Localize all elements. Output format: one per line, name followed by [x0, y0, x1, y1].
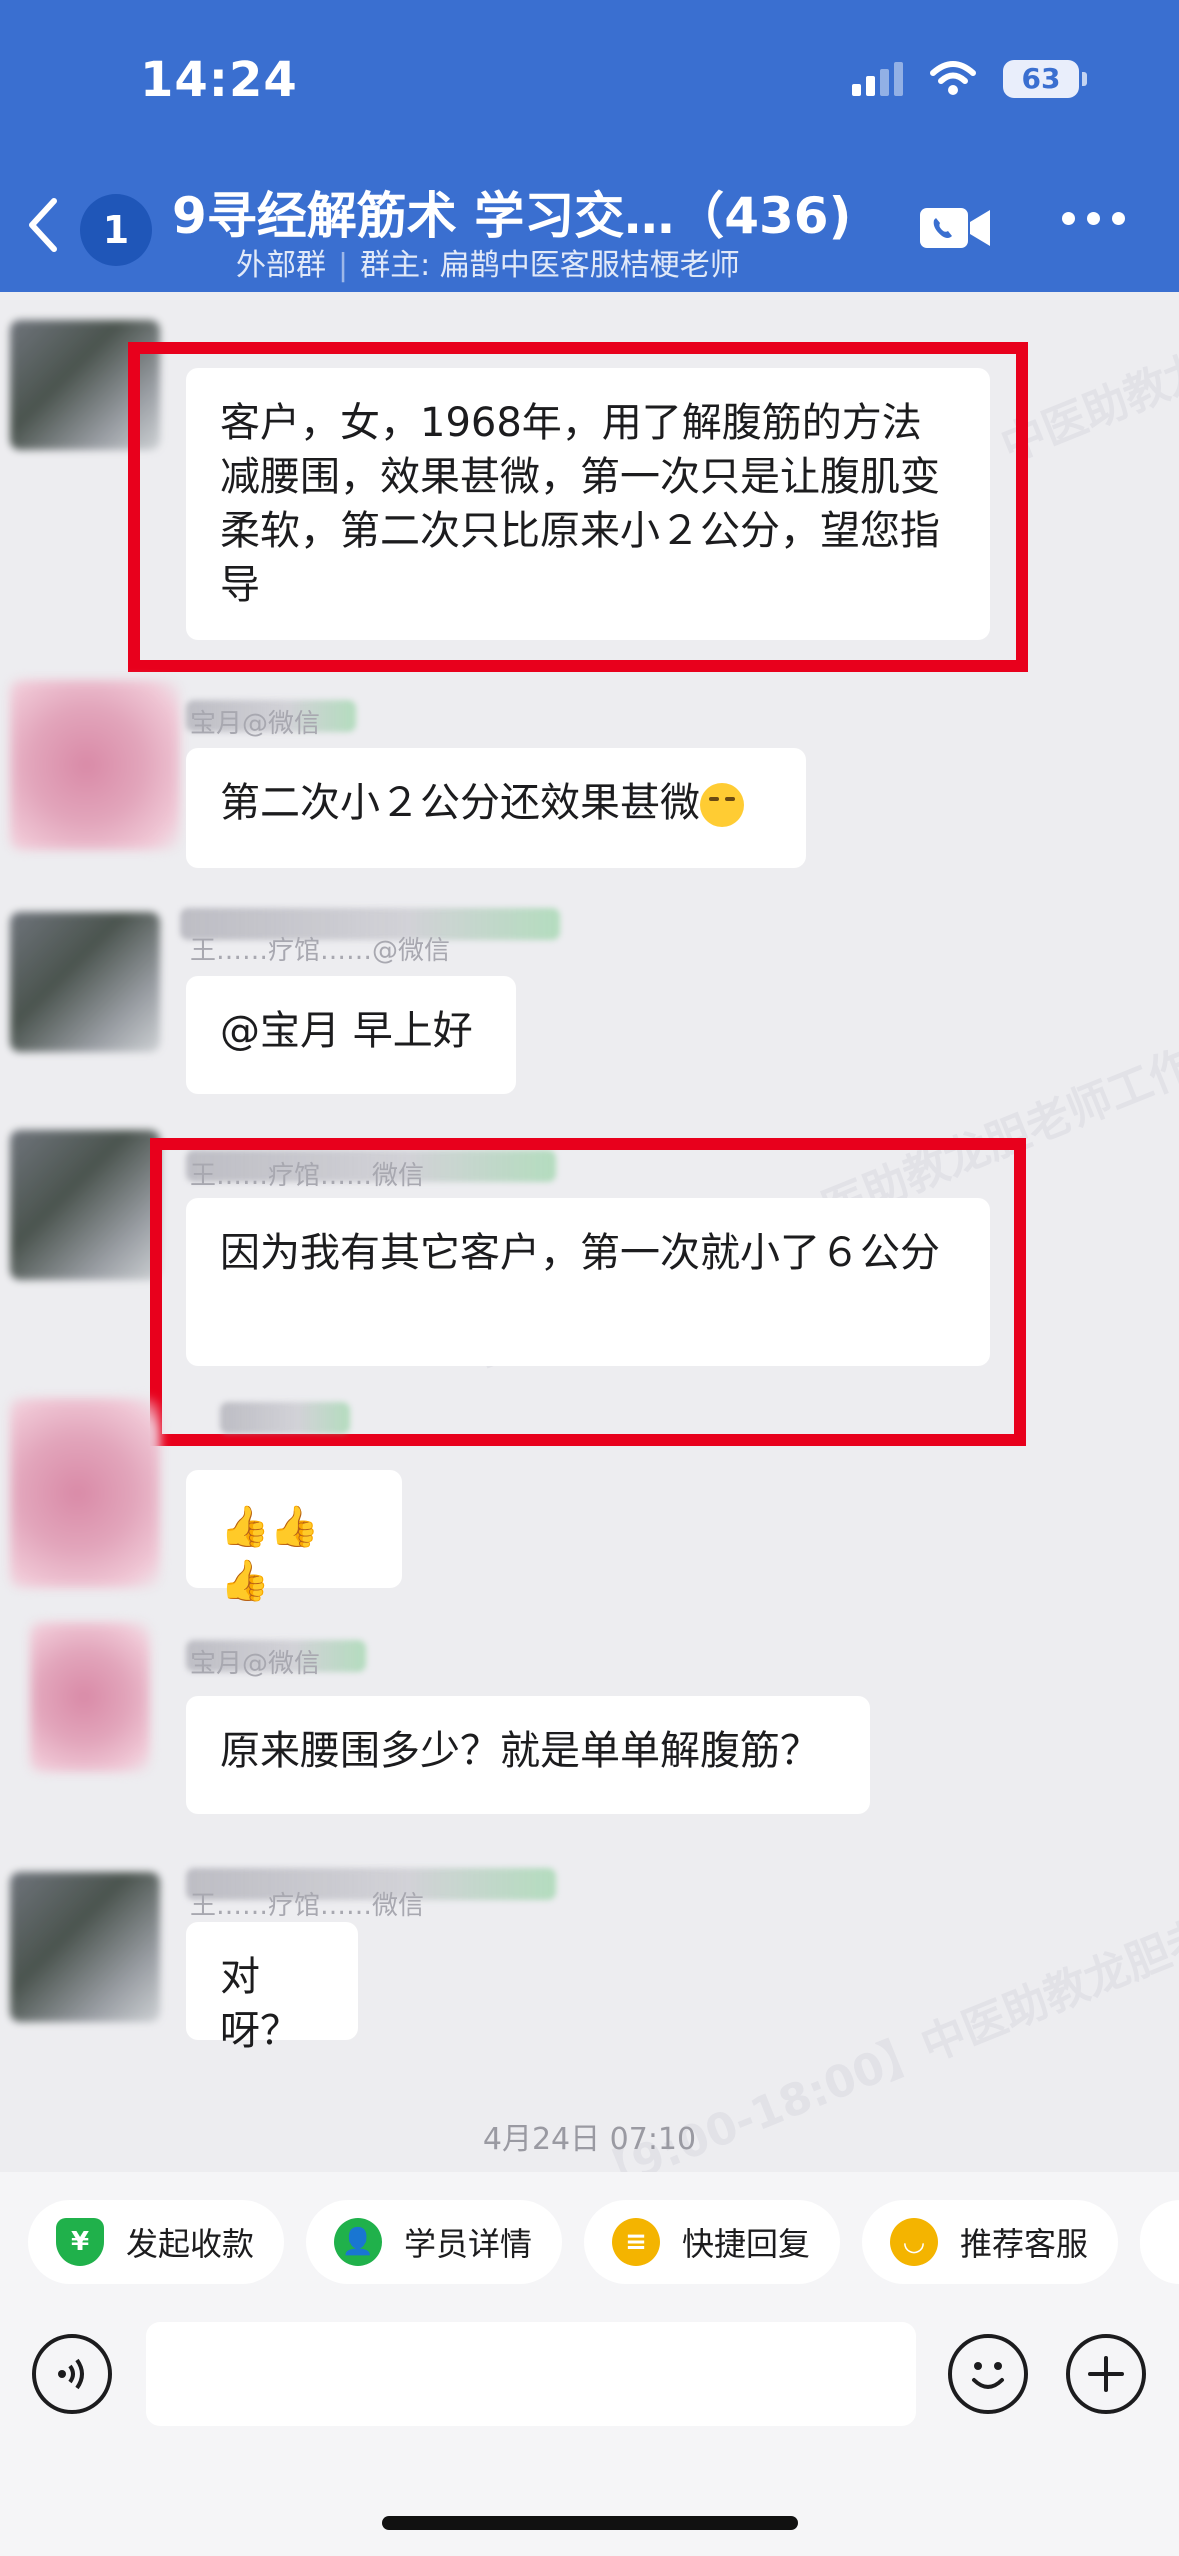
message-bubble[interactable]: 👍👍👍 — [186, 1470, 402, 1604]
home-indicator — [382, 2516, 798, 2530]
back-arrow-icon[interactable] — [24, 195, 64, 255]
sender-name-label: 王……疗馆……微信 — [190, 1891, 425, 1921]
status-time: 14:24 — [140, 52, 298, 108]
more-chip-button[interactable] — [1140, 2200, 1179, 2284]
recommend-service-button[interactable]: ◡ 推荐客服 — [862, 2200, 1119, 2284]
emoji-picker-icon[interactable] — [948, 2334, 1028, 2414]
more-options-icon[interactable] — [1062, 212, 1125, 225]
chat-header: 14:24 63 1 9寻经解筋术 学习交…（436) 外部群 | 群主: 扁鹊中医… — [0, 0, 1179, 292]
avatar[interactable] — [10, 1872, 160, 2022]
service-icon: ◡ — [890, 2218, 938, 2266]
chat-title[interactable]: 9寻经解筋术 学习交…（436) — [172, 176, 851, 248]
plus-icon[interactable] — [1066, 2334, 1146, 2414]
laughing-crying-emoji-icon — [700, 783, 744, 827]
quick-reply-icon: ≡ — [612, 2218, 660, 2266]
chip-label: 快捷回复 — [682, 2225, 811, 2263]
message-bubble[interactable]: 对呀？ — [186, 1922, 358, 2054]
message-bubble[interactable]: 原来腰围多少？就是单单解腹筋？ — [186, 1696, 870, 1814]
sender-name-label: 宝月@微信 — [190, 709, 321, 739]
start-payment-button[interactable]: ¥ 发起收款 — [28, 2200, 285, 2284]
chat-subtitle: 外部群 | 群主: 扁鹊中医客服桔梗老师 — [236, 248, 740, 283]
voice-input-icon[interactable] — [32, 2334, 112, 2414]
avatar[interactable] — [10, 1398, 160, 1588]
group-owner: 群主: 扁鹊中医客服桔梗老师 — [360, 248, 740, 283]
chip-label: 发起收款 — [126, 2225, 255, 2263]
avatar[interactable] — [10, 1130, 160, 1280]
status-icons: 63 — [852, 60, 1087, 98]
message-text: 第二次小２公分还效果甚微 — [220, 780, 700, 826]
chip-label: 推荐客服 — [960, 2225, 1089, 2263]
quick-action-bar: ¥ 发起收款 👤 学员详情 ≡ 快捷回复 ◡ 推荐客服 — [0, 2172, 1179, 2320]
avatar[interactable] — [10, 912, 160, 1052]
highlight-frame — [150, 1138, 1026, 1446]
sender-name-label: 宝月@微信 — [190, 1649, 321, 1679]
cellular-signal-icon — [852, 62, 903, 96]
chip-label: 学员详情 — [404, 2225, 533, 2263]
quick-reply-button[interactable]: ≡ 快捷回复 — [584, 2200, 841, 2284]
user-detail-icon: 👤 — [334, 2218, 382, 2266]
avatar[interactable] — [10, 680, 180, 850]
message-bubble[interactable]: 第二次小２公分还效果甚微 — [186, 748, 806, 868]
wifi-icon — [930, 61, 976, 95]
sender-name-label: 王……疗馆……@微信 — [190, 936, 451, 966]
sender-name — [220, 1402, 350, 1434]
message-input[interactable] — [146, 2322, 916, 2426]
video-call-icon[interactable] — [918, 200, 994, 256]
unread-count-badge[interactable]: 1 — [80, 194, 152, 266]
highlight-frame — [128, 342, 1028, 672]
message-timestamp: 4月24日 07:10 — [482, 2122, 697, 2157]
external-group-tag: 外部群 — [236, 248, 326, 283]
thumbs-up-icon: 👍👍👍 — [220, 1504, 320, 1604]
student-detail-button[interactable]: 👤 学员详情 — [306, 2200, 563, 2284]
avatar[interactable] — [30, 1622, 150, 1772]
yuan-shield-icon: ¥ — [56, 2218, 104, 2266]
message-bubble[interactable]: @宝月 早上好 — [186, 976, 516, 1094]
battery-icon: 63 — [1003, 60, 1087, 98]
